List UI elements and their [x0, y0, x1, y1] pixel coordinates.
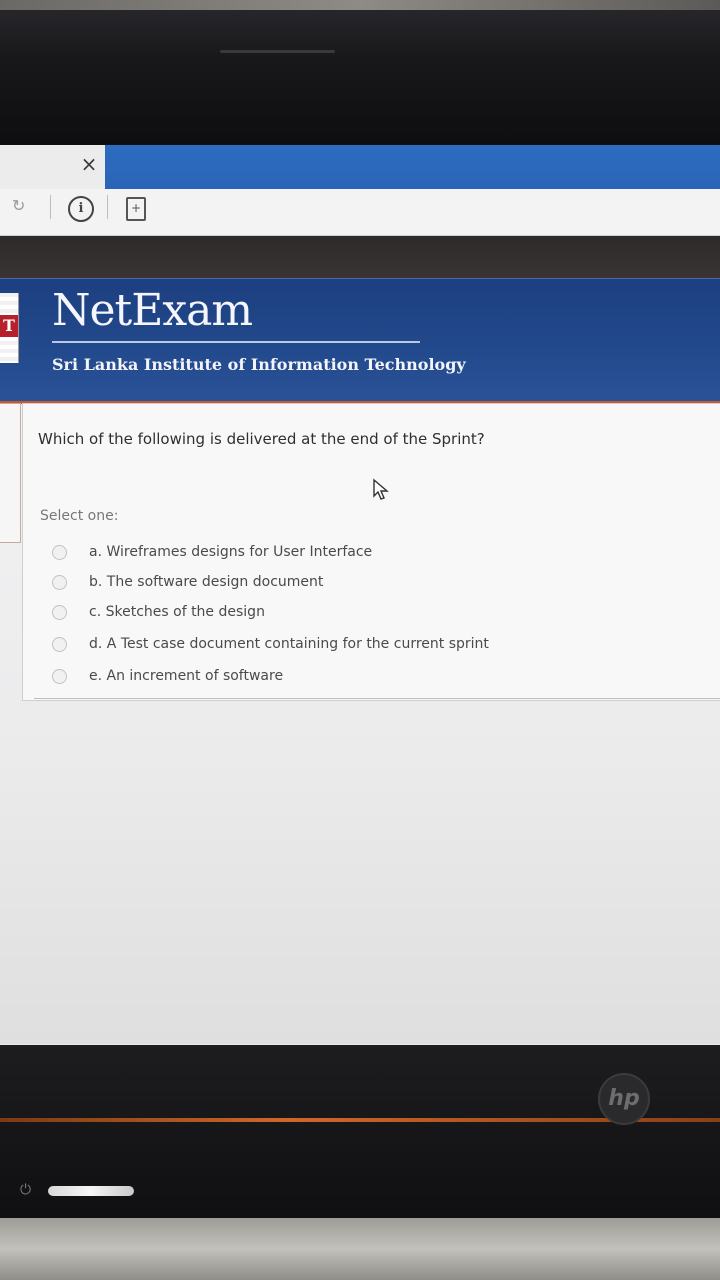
option-label: b. The software design document [89, 574, 324, 590]
toolbar-divider [107, 195, 108, 219]
laptop-top-bezel [0, 0, 720, 145]
page-icon[interactable]: + [126, 197, 146, 221]
brand-divider [52, 341, 420, 343]
radio-button[interactable] [52, 574, 67, 590]
question-card-divider [34, 698, 720, 699]
answer-option-b[interactable]: b. The software design document [52, 570, 323, 594]
webcam-strip [220, 50, 335, 53]
answer-option-d[interactable]: d. A Test case document containing for t… [52, 632, 489, 656]
screen: × ↻ i + T NetExam Sri Lanka Institute of… [0, 145, 720, 1045]
option-label: e. An increment of software [89, 668, 284, 684]
option-label: c. Sketches of the design [89, 604, 265, 620]
toolbar-divider [50, 195, 51, 219]
power-icon: ⏻ [20, 1182, 32, 1198]
question-text: Which of the following is delivered at t… [38, 430, 485, 448]
mouse-cursor-icon [373, 478, 389, 500]
radio-button[interactable] [52, 544, 67, 560]
laptop-base [0, 1218, 720, 1280]
institute-logo-letter: T [0, 315, 18, 337]
answer-option-e[interactable]: e. An increment of software [52, 664, 283, 688]
question-info-panel [0, 403, 21, 543]
radio-button[interactable] [52, 636, 67, 652]
power-led-strip [48, 1186, 134, 1196]
answer-option-a[interactable]: a. Wireframes designs for User Interface [52, 540, 372, 564]
active-tab-area [105, 145, 720, 189]
brand-title: NetExam [52, 285, 253, 336]
option-label: a. Wireframes designs for User Interface [89, 544, 373, 560]
browser-toolbar [0, 189, 720, 236]
answer-option-c[interactable]: c. Sketches of the design [52, 600, 265, 624]
close-icon[interactable]: × [78, 151, 100, 177]
hp-logo-icon: hp [598, 1073, 650, 1125]
reload-icon[interactable]: ↻ [12, 197, 30, 215]
laptop-lid-edge [0, 0, 720, 10]
radio-button[interactable] [52, 668, 67, 684]
select-one-label: Select one: [40, 508, 119, 524]
option-label: d. A Test case document containing for t… [89, 636, 489, 652]
page-top-band [0, 236, 720, 278]
radio-button[interactable] [52, 604, 67, 620]
info-icon[interactable]: i [68, 196, 94, 222]
institute-name: Sri Lanka Institute of Information Techn… [52, 355, 466, 374]
